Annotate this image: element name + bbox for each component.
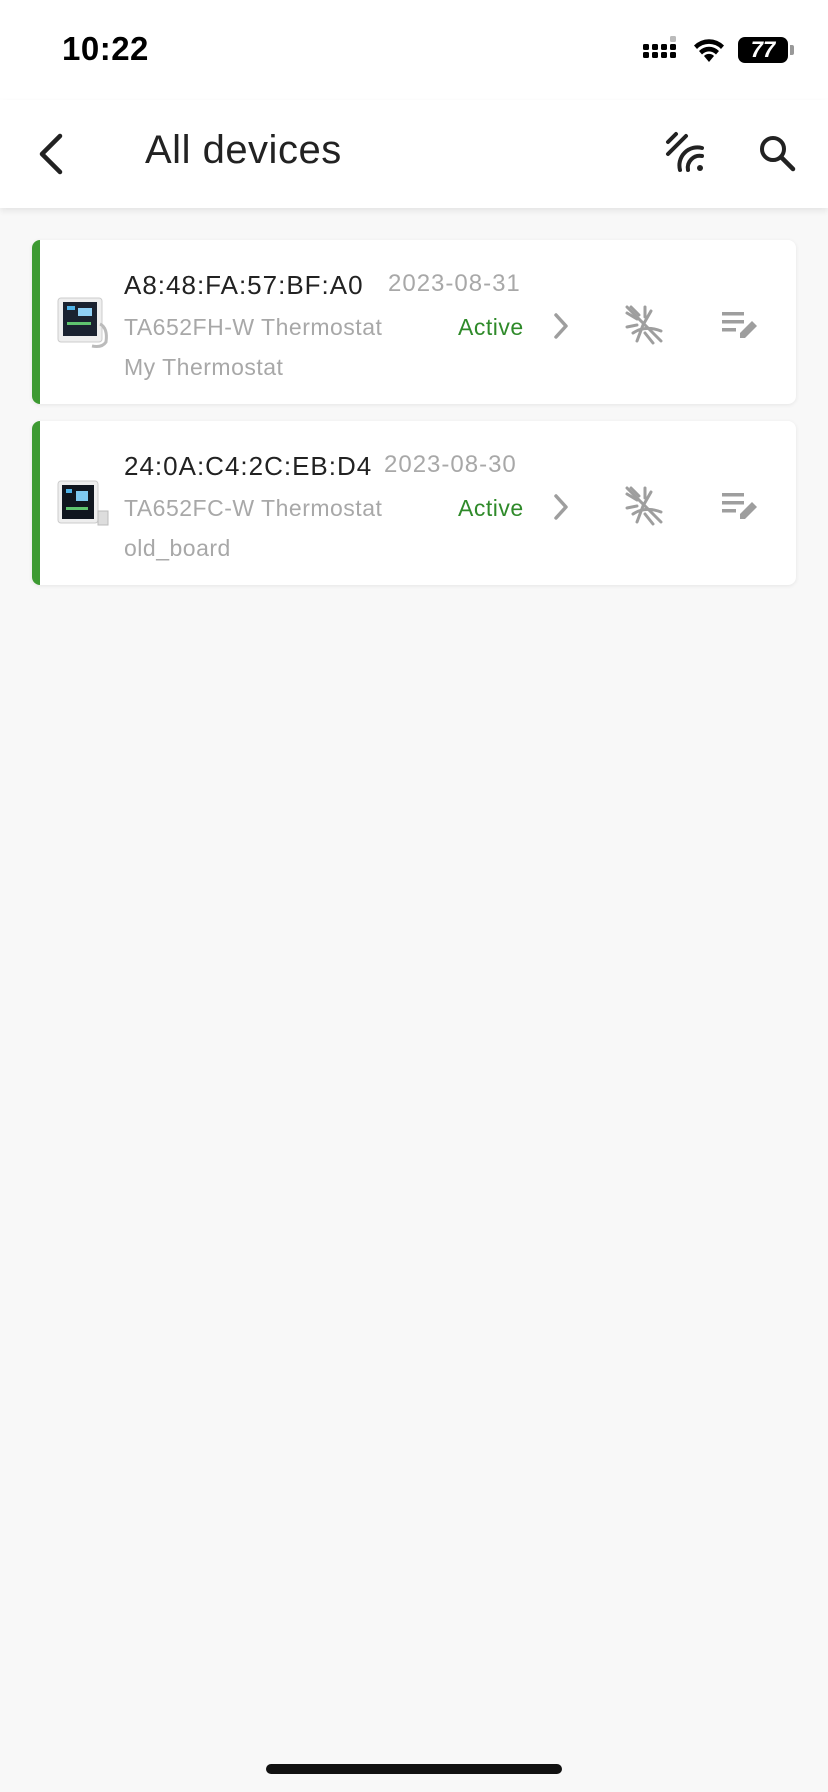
card-accent-bar [32, 421, 40, 585]
device-list: A8:48:FA:57:BF:A0 2023-08-31 TA652FH-W T… [32, 240, 796, 602]
status-bar: 10:22 77 [0, 0, 828, 100]
status-badge: Active [458, 495, 524, 521]
device-model: TA652FC-W Thermostat [124, 495, 383, 521]
search-icon [760, 136, 796, 172]
status-badge: Active [458, 314, 524, 340]
open-device-button[interactable] [546, 489, 576, 525]
battery-tip [790, 45, 794, 55]
home-indicator [266, 1764, 562, 1774]
chevron-right-icon [554, 313, 568, 339]
edit-note-icon [722, 493, 757, 519]
device-name: My Thermostat [124, 354, 284, 380]
thermostat-image [57, 297, 108, 348]
device-card[interactable]: A8:48:FA:57:BF:A0 2023-08-31 TA652FH-W T… [32, 240, 796, 404]
status-icons: 77 [642, 34, 794, 66]
thermostat-image [57, 480, 109, 526]
back-arrow-icon [39, 133, 63, 175]
unlink-button[interactable] [622, 483, 666, 527]
page-title: All devices [145, 128, 342, 172]
edit-button[interactable] [718, 483, 762, 527]
battery-level: 77 [750, 37, 776, 62]
scan-signal-icon [666, 132, 704, 172]
device-model: TA652FH-W Thermostat [124, 314, 383, 340]
unlink-button[interactable] [622, 302, 666, 346]
edit-button[interactable] [718, 302, 762, 346]
battery-icon: 77 [738, 37, 788, 63]
card-accent-bar [32, 240, 40, 404]
open-device-button[interactable] [546, 308, 576, 344]
device-date: 2023-08-30 [384, 451, 517, 478]
mac-address: A8:48:FA:57:BF:A0 [124, 270, 364, 300]
link-off-icon [625, 305, 663, 345]
link-off-icon [625, 486, 663, 526]
wifi-icon [694, 39, 724, 62]
chevron-right-icon [554, 494, 568, 520]
device-date: 2023-08-31 [388, 270, 521, 297]
edit-note-icon [722, 312, 757, 338]
device-card[interactable]: 24:0A:C4:2C:EB:D4 2023-08-30 TA652FC-W T… [32, 421, 796, 585]
signal-icon [643, 36, 676, 58]
scan-button[interactable] [660, 128, 710, 178]
status-time: 10:22 [62, 30, 149, 67]
back-button[interactable] [22, 124, 82, 184]
search-button[interactable] [752, 128, 802, 178]
mac-address: 24:0A:C4:2C:EB:D4 [124, 451, 373, 481]
app-header: All devices [0, 100, 828, 208]
device-name: old_board [124, 535, 231, 561]
